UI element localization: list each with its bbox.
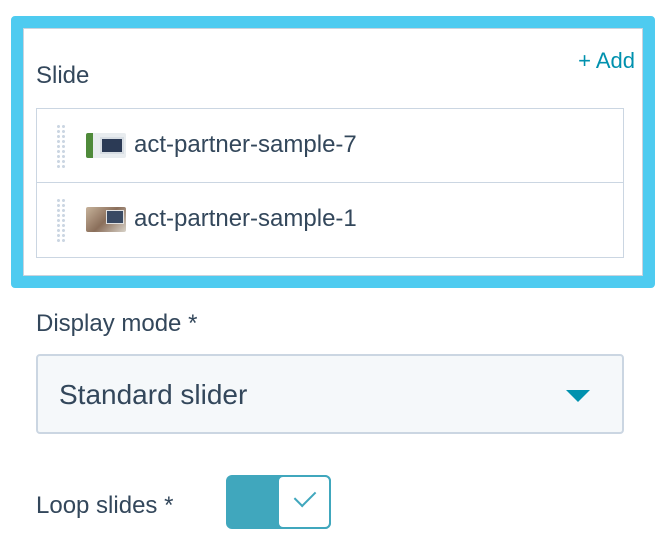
display-mode-label: Display mode * (36, 310, 198, 337)
drag-handle-icon[interactable] (56, 198, 67, 242)
loop-slides-label: Loop slides * (36, 492, 174, 519)
slide-item-label: act-partner-sample-7 (134, 131, 357, 158)
display-mode-select[interactable]: Standard slider (36, 354, 624, 434)
toggle-knob (277, 475, 331, 529)
slide-field-label: Slide (36, 62, 90, 89)
slide-field-panel: Slide + Add act-partner-sample-7 act-par… (11, 16, 655, 288)
slide-list: act-partner-sample-7 act-partner-sample-… (36, 108, 624, 258)
slide-thumbnail (86, 133, 126, 158)
slide-item-label: act-partner-sample-1 (134, 205, 357, 232)
add-slide-button[interactable]: + Add (578, 48, 635, 74)
drag-handle-icon[interactable] (56, 124, 67, 168)
display-mode-value: Standard slider (59, 379, 248, 410)
check-icon (293, 484, 317, 508)
slide-list-item[interactable]: act-partner-sample-1 (37, 183, 623, 257)
loop-slides-toggle[interactable] (226, 475, 331, 529)
caret-down-icon (566, 390, 590, 402)
slide-thumbnail (86, 207, 126, 232)
slide-list-item[interactable]: act-partner-sample-7 (37, 109, 623, 183)
